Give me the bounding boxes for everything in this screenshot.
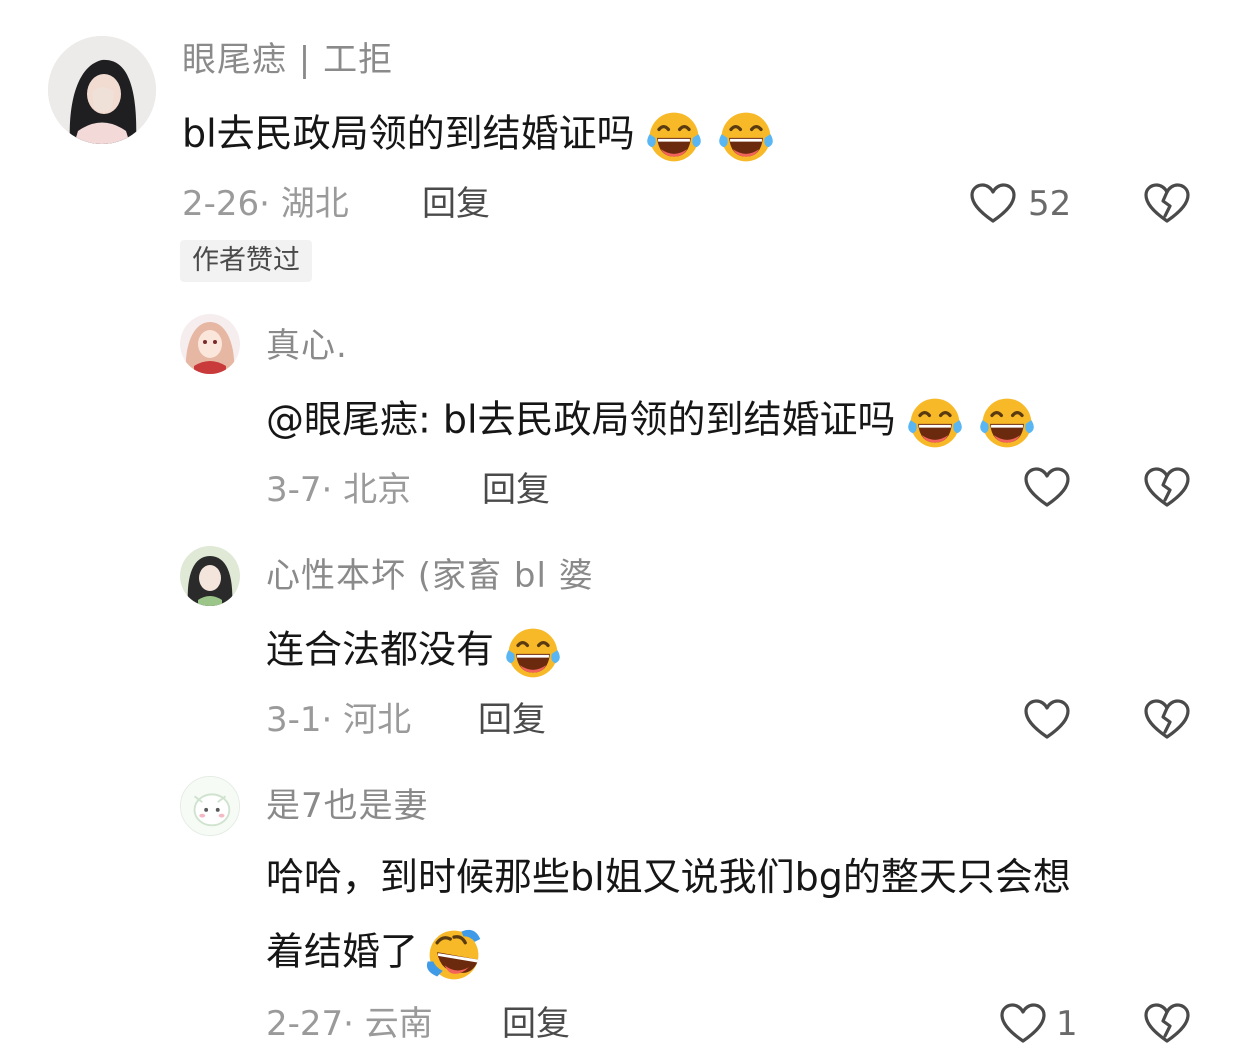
username[interactable]: 眼尾痣 | 工拒 [182, 40, 393, 80]
heart-outline-icon[interactable] [998, 1000, 1048, 1048]
date-location: 2-26· 湖北 [182, 184, 349, 224]
heart-outline-icon[interactable] [968, 180, 1018, 228]
laughing-tears-emoji [902, 392, 968, 452]
comment-text-line: 哈哈，到时候那些bl姐又说我们bg的整天只会想 [266, 855, 1071, 899]
comment-text-content: bl去民政局领的到结婚证吗 [182, 111, 635, 156]
comment-text-line: 着结婚了 [266, 924, 486, 984]
date-location: 3-7· 北京 [266, 470, 412, 510]
user-avatar[interactable] [180, 546, 240, 606]
user-avatar[interactable] [180, 776, 240, 836]
date-location: 2-27· 云南 [266, 1004, 433, 1044]
broken-heart-icon[interactable] [1142, 180, 1192, 228]
broken-heart-icon[interactable] [1142, 696, 1192, 744]
laughing-tears-emoji [713, 106, 779, 166]
comment-text: 连合法都没有 [266, 622, 566, 682]
comment-text-content: @眼尾痣: bl去民政局领的到结婚证吗 [266, 397, 896, 442]
reply-comment: 真心. @眼尾痣: bl去民政局领的到结婚证吗 3-7· 北京 回复 [0, 300, 1242, 530]
rolling-laughing-emoji [422, 924, 486, 984]
heart-outline-icon[interactable] [1022, 464, 1072, 512]
user-avatar[interactable] [180, 314, 240, 374]
username[interactable]: 心性本坏 (家畜 bl 婆 [266, 556, 594, 596]
username[interactable]: 真心. [266, 326, 348, 366]
broken-heart-icon[interactable] [1142, 1000, 1192, 1048]
user-avatar[interactable] [48, 36, 156, 144]
laughing-tears-emoji [641, 106, 707, 166]
reply-button[interactable]: 回复 [482, 470, 550, 510]
comment-text-content: 连合法都没有 [266, 627, 495, 672]
reply-comment: 心性本坏 (家畜 bl 婆 连合法都没有 3-1· 河北 回复 [0, 534, 1242, 764]
date-location: 3-1· 河北 [266, 700, 412, 740]
laughing-tears-emoji [974, 392, 1040, 452]
comment: 眼尾痣 | 工拒 bl去民政局领的到结婚证吗 2-26· 湖北 回复 52 作者… [0, 0, 1242, 290]
heart-outline-icon[interactable] [1022, 696, 1072, 744]
reply-button[interactable]: 回复 [422, 184, 490, 224]
like-count: 1 [1056, 1004, 1078, 1044]
like-count: 52 [1028, 184, 1072, 224]
comment-text-content: 着结婚了 [266, 929, 419, 974]
laughing-tears-emoji [500, 622, 566, 682]
reply-comment: 是7也是妻 哈哈，到时候那些bl姐又说我们bg的整天只会想 着结婚了 2-27·… [0, 770, 1242, 1044]
reply-button[interactable]: 回复 [502, 1004, 570, 1044]
username[interactable]: 是7也是妻 [266, 786, 429, 826]
author-liked-badge: 作者赞过 [180, 240, 312, 282]
reply-button[interactable]: 回复 [478, 700, 546, 740]
comment-text: @眼尾痣: bl去民政局领的到结婚证吗 [266, 392, 1040, 452]
comment-text: bl去民政局领的到结婚证吗 [182, 106, 779, 166]
broken-heart-icon[interactable] [1142, 464, 1192, 512]
